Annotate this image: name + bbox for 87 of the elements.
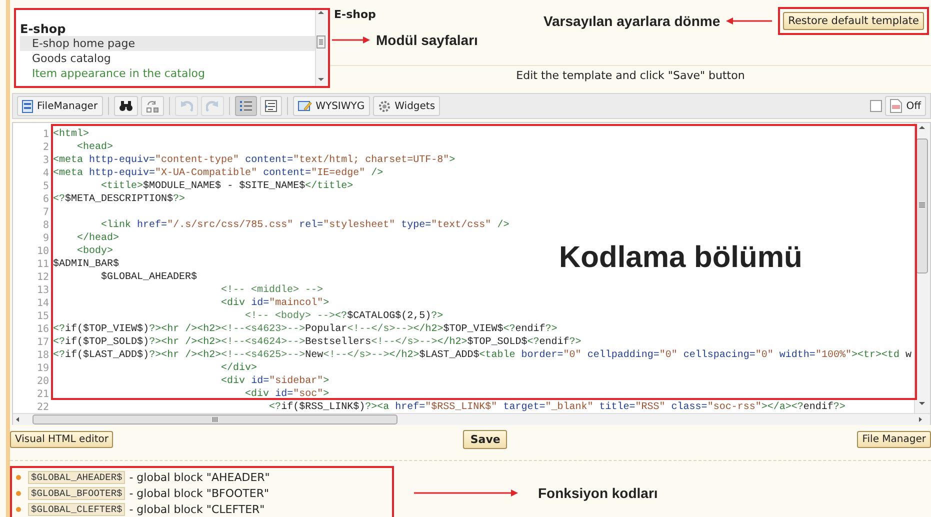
line-number: 9 xyxy=(42,232,50,245)
code-line: </head> xyxy=(76,232,120,245)
visual-html-editor-button[interactable]: Visual HTML editor xyxy=(10,430,114,448)
line-number: 13 xyxy=(36,284,50,297)
instruction-text: Edit the template and click "Save" button xyxy=(330,65,931,84)
binoculars-icon xyxy=(118,100,133,112)
block-description: - global block "BFOOTER" xyxy=(129,486,270,500)
line-number: 22 xyxy=(36,401,50,414)
toggle-button[interactable]: Off xyxy=(885,96,926,116)
replace-icon xyxy=(146,100,159,112)
code-line: </div> xyxy=(220,362,258,375)
line-numbers-button[interactable] xyxy=(234,96,257,116)
document-icon xyxy=(22,100,33,112)
code-line: <link href="/.s/src/css/785.css" rel="stylesheet" type="text/css" /> xyxy=(100,219,510,232)
code-line: <div id="soc"> xyxy=(244,388,330,401)
bullet-icon xyxy=(16,474,21,480)
bullet-icon xyxy=(16,490,21,496)
gear-icon xyxy=(378,100,391,112)
bullet-icon xyxy=(16,506,21,512)
line-number: 17 xyxy=(36,336,50,349)
code-line: <!-- <middle> --> xyxy=(220,284,324,297)
pencil-document-icon xyxy=(298,100,312,112)
code-line: <!-- <body> --><?$CATALOG$(2,5)?> xyxy=(244,310,444,323)
arrow xyxy=(726,16,772,26)
list-item[interactable]: Item appearance in the catalog xyxy=(20,66,315,81)
line-number: 18 xyxy=(36,349,50,362)
text-block-icon xyxy=(264,100,277,112)
checkbox[interactable] xyxy=(870,100,882,112)
wysiwyg-button[interactable]: WYSIWYG xyxy=(292,96,370,116)
file-manager-button[interactable]: File Manager xyxy=(857,430,931,448)
code-line: <title>$MODULE_NAME$ - $SITE_NAME$</title> xyxy=(100,180,354,193)
line-number: 10 xyxy=(36,245,50,258)
file-manager-button[interactable]: FileManager xyxy=(17,96,103,116)
list-item[interactable]: Goods catalog xyxy=(20,51,315,66)
code-line: <div id="maincol"> xyxy=(220,297,330,310)
code-line: <meta http-equiv="X-UA-Compatible" content="IE=edge" /> xyxy=(53,167,384,180)
search-button[interactable] xyxy=(114,96,138,116)
code-tag: $GLOBAL_CLEFTER$ xyxy=(28,502,126,516)
code-tag: $GLOBAL_BFOOTER$ xyxy=(28,486,126,500)
line-number: 12 xyxy=(36,271,50,284)
list-group-heading: E-shop xyxy=(20,22,67,36)
module-title: E-shop xyxy=(334,8,376,21)
restore-default-button[interactable]: Restore default template xyxy=(783,12,924,30)
code-line: $GLOBAL_AHEADER$ xyxy=(100,271,198,284)
arrow xyxy=(332,35,370,45)
code-line: <body> xyxy=(76,245,114,258)
line-number: 8 xyxy=(42,219,50,232)
block-description: - global block "CLEFTER" xyxy=(129,502,265,516)
code-line: <?if($TOP_SOLD$)?><hr /><h2><!--<s4624>-->Bestsellers<!--</s>--></h2>$TOP_SOLD$<?endif?> xyxy=(53,336,582,349)
undo-icon xyxy=(180,100,193,112)
code-tag: $GLOBAL_AHEADER$ xyxy=(28,470,126,484)
block-description: - global block "AHEADER" xyxy=(129,470,270,484)
line-number: 7 xyxy=(42,206,50,219)
code-line: <?$META_DESCRIPTION$?> xyxy=(53,193,186,206)
line-number: 1 xyxy=(42,128,50,141)
line-number: 15 xyxy=(36,310,50,323)
line-number: 2 xyxy=(42,141,50,154)
numbered-list-icon xyxy=(240,100,252,112)
code-line: <div id="sidebar"> xyxy=(220,375,330,388)
module-list[interactable]: E-shop E-shop home page Goods catalog Item appearance in the catalog xyxy=(14,8,330,88)
annotation-label: Fonksiyon kodları xyxy=(538,485,658,501)
line-number: 5 xyxy=(42,180,50,193)
code-line: <head> xyxy=(76,141,114,154)
annotation-label: Modül sayfaları xyxy=(376,32,478,48)
widgets-button[interactable]: Widgets xyxy=(372,96,440,116)
code-file-icon xyxy=(890,99,902,113)
line-number: 6 xyxy=(42,193,50,206)
code-line: <html> xyxy=(53,128,90,141)
line-number: 14 xyxy=(36,297,50,310)
annotation-label: Kodlama bölümü xyxy=(559,241,802,275)
save-button[interactable]: Save xyxy=(463,430,508,448)
code-line: <?if($RSS_LINK$)?><a href="$RSS_LINK$" target="_blank" title="RSS" class="soc-rss"></a><?endif?> xyxy=(268,401,846,413)
code-line: $ADMIN_BAR$ xyxy=(53,258,120,271)
annotation-label: Varsayılan ayarlara dönme xyxy=(543,13,720,29)
code-line: <meta http-equiv="content-type" content="text/html; charset=UTF-8"> xyxy=(53,154,456,167)
line-number: 3 xyxy=(42,154,50,167)
code-line: <?if($TOP_VIEW$)?><hr /><h2><!--<s4623>-->Popular<!--</s>--></h2>$TOP_VIEW$<?endif?> xyxy=(53,323,558,336)
line-number: 4 xyxy=(42,167,50,180)
line-number: 11 xyxy=(36,258,50,271)
line-number: 20 xyxy=(36,375,50,388)
line-number: 19 xyxy=(36,362,50,375)
list-item[interactable]: E-shop home page xyxy=(20,36,315,51)
line-number: 21 xyxy=(36,388,50,401)
redo-icon xyxy=(206,100,219,112)
indent-button[interactable] xyxy=(260,96,282,116)
line-number: 16 xyxy=(36,323,50,336)
code-line: <?if($LAST_ADD$)?><hr /><h2><!--<s4625>-->New<!--</s>--></h2>$LAST_ADD$<table border="0" cellpadding="0" cellspacing="0" width="100%"><tr><td w xyxy=(53,349,912,362)
